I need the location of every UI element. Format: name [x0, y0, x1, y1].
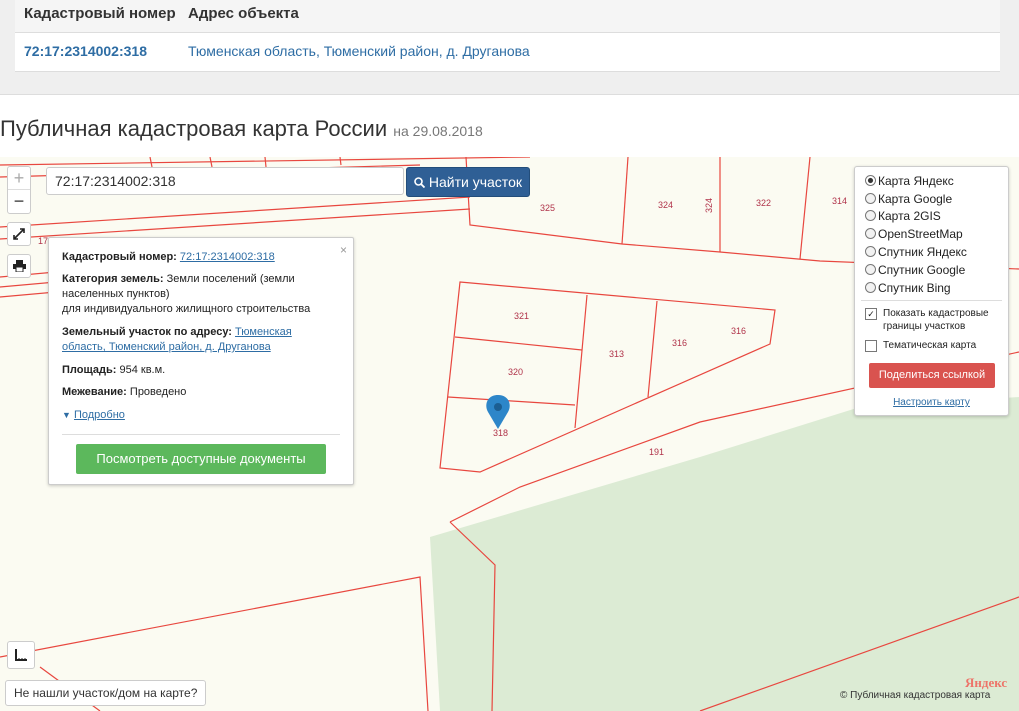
- zoom-in-button[interactable]: +: [8, 167, 30, 190]
- layer-option-label: Карта Google: [878, 192, 953, 206]
- page-title: Публичная кадастровая карта России на 29…: [0, 116, 483, 142]
- popup-more-row: ▼ Подробно: [62, 408, 332, 423]
- search-icon: [414, 177, 426, 189]
- layer-option-yandex-satellite[interactable]: Спутник Яндекс: [865, 243, 967, 261]
- radio-icon: [865, 228, 876, 239]
- layer-option-osm[interactable]: OpenStreetMap: [865, 225, 963, 243]
- radio-icon: [865, 175, 876, 186]
- layer-option-google-satellite[interactable]: Спутник Google: [865, 261, 965, 279]
- popup-area-value: 954 кв.м.: [119, 364, 166, 376]
- address-link[interactable]: Тюменская область, Тюменский район, д. Д…: [188, 43, 530, 59]
- layer-option-label: Спутник Bing: [878, 281, 951, 295]
- parcel-label: 320: [508, 367, 523, 377]
- location-marker-icon: [486, 395, 510, 429]
- popup-address-link[interactable]: область, Тюменский район, д. Друганова: [62, 341, 271, 353]
- result-table-header: Кадастровый номер Адрес объекта: [15, 0, 1000, 33]
- radio-icon: [865, 264, 876, 275]
- parcel-label: 324: [704, 198, 714, 213]
- find-parcel-label: Найти участок: [428, 174, 522, 190]
- layer-option-label: Спутник Яндекс: [878, 245, 967, 259]
- column-header-cadastral: Кадастровый номер: [24, 5, 176, 22]
- checkbox-icon: [865, 340, 877, 352]
- popup-area-label: Площадь:: [62, 364, 117, 376]
- popup-cadastral-link[interactable]: 72:17:2314002:318: [180, 251, 275, 263]
- layer-option-yandex-map[interactable]: Карта Яндекс: [865, 172, 954, 190]
- share-link-button[interactable]: Поделиться ссылкой: [869, 363, 995, 388]
- popup-cadastral-label: Кадастровый номер:: [62, 251, 177, 263]
- parcel-label: 313: [609, 349, 624, 359]
- radio-icon: [865, 193, 876, 204]
- parcel-label: 17: [38, 236, 48, 246]
- popup-category-value: для индивидуального жилищного строительс…: [62, 303, 311, 315]
- popup-category-value: Земли поселений (земли: [166, 273, 295, 285]
- result-table: Кадастровый номер Адрес объекта 72:17:23…: [15, 0, 1000, 72]
- parcel-label: 324: [658, 200, 673, 210]
- popup-address-link[interactable]: Тюменская: [235, 326, 292, 338]
- radio-icon: [865, 210, 876, 221]
- layer-option-label: OpenStreetMap: [878, 227, 963, 241]
- parcel-label: 321: [514, 311, 529, 321]
- printer-icon: [12, 260, 26, 273]
- popup-address-row: Земельный участок по адресу: Тюменская о…: [62, 325, 332, 355]
- fullscreen-button[interactable]: [7, 222, 31, 246]
- radio-icon: [865, 246, 876, 257]
- parcel-label: 322: [756, 198, 771, 208]
- layer-option-label: Спутник Google: [878, 263, 966, 277]
- find-parcel-button[interactable]: Найти участок: [406, 167, 530, 197]
- parcel-label: 316: [672, 338, 687, 348]
- ruler-button[interactable]: [7, 641, 35, 669]
- not-found-button[interactable]: Не нашли участок/дом на карте?: [5, 680, 207, 706]
- parcel-label: 314: [832, 196, 847, 206]
- cadastral-search-input[interactable]: [46, 167, 404, 195]
- layer-option-bing-satellite[interactable]: Спутник Bing: [865, 279, 951, 297]
- popup-more-link[interactable]: Подробно: [74, 409, 125, 421]
- popup-survey-value: Проведено: [129, 386, 187, 398]
- layer-option-2gis-map[interactable]: Карта 2GIS: [865, 207, 941, 225]
- map-copyright: © Публичная кадастровая карта: [840, 690, 991, 701]
- page-title-date: на 29.08.2018: [393, 123, 483, 139]
- parcel-label: 316: [731, 326, 746, 336]
- popup-cadastral-row: Кадастровый номер: 72:17:2314002:318: [62, 250, 332, 265]
- expand-icon: [13, 228, 25, 240]
- cadastral-number-link[interactable]: 72:17:2314002:318: [24, 43, 147, 59]
- show-borders-label: Показать кадастровые границы участков: [883, 308, 989, 332]
- parcel-label: 325: [540, 203, 555, 213]
- layer-option-google-map[interactable]: Карта Google: [865, 190, 952, 208]
- close-icon[interactable]: ×: [340, 243, 347, 257]
- print-button[interactable]: [7, 254, 31, 278]
- map-layers-panel: Карта Яндекс Карта Google Карта 2GIS Ope…: [854, 166, 1009, 416]
- forest-area: [430, 397, 1019, 711]
- popup-survey-label: Межевание:: [62, 386, 127, 398]
- popup-survey-row: Межевание: Проведено: [62, 385, 332, 400]
- yandex-logo: Яндекс: [965, 675, 1008, 690]
- thematic-map-checkbox[interactable]: Тематическая карта: [865, 339, 1005, 353]
- parcel-label: 318: [493, 428, 508, 438]
- ruler-icon: [14, 649, 27, 661]
- page-title-text: Публичная кадастровая карта России: [0, 116, 388, 141]
- zoom-control: + −: [7, 166, 31, 214]
- zoom-out-button[interactable]: −: [8, 190, 30, 213]
- popup-category-value: населенных пунктов): [62, 288, 170, 300]
- configure-map-link[interactable]: Настроить карту: [855, 397, 1008, 408]
- popup-address-label: Земельный участок по адресу:: [62, 326, 232, 338]
- popup-category-row: Категория земель: Земли поселений (земли…: [62, 272, 332, 317]
- layers-divider: [861, 300, 1002, 301]
- column-header-address: Адрес объекта: [188, 5, 299, 22]
- popup-category-label: Категория земель:: [62, 273, 164, 285]
- popup-divider: [62, 434, 340, 435]
- parcel-info-popup: × Кадастровый номер: 72:17:2314002:318 К…: [48, 237, 354, 485]
- checkbox-checked-icon: ✓: [865, 308, 877, 320]
- radio-icon: [865, 282, 876, 293]
- view-documents-button[interactable]: Посмотреть доступные документы: [76, 444, 326, 474]
- layer-option-label: Карта Яндекс: [878, 174, 954, 188]
- parcel-label: 191: [649, 447, 664, 457]
- caret-down-icon: ▼: [62, 410, 71, 420]
- thematic-map-label: Тематическая карта: [883, 340, 977, 351]
- popup-area-row: Площадь: 954 кв.м.: [62, 363, 332, 378]
- show-borders-checkbox[interactable]: ✓ Показать кадастровые границы участков: [865, 307, 1005, 335]
- layer-option-label: Карта 2GIS: [878, 209, 941, 223]
